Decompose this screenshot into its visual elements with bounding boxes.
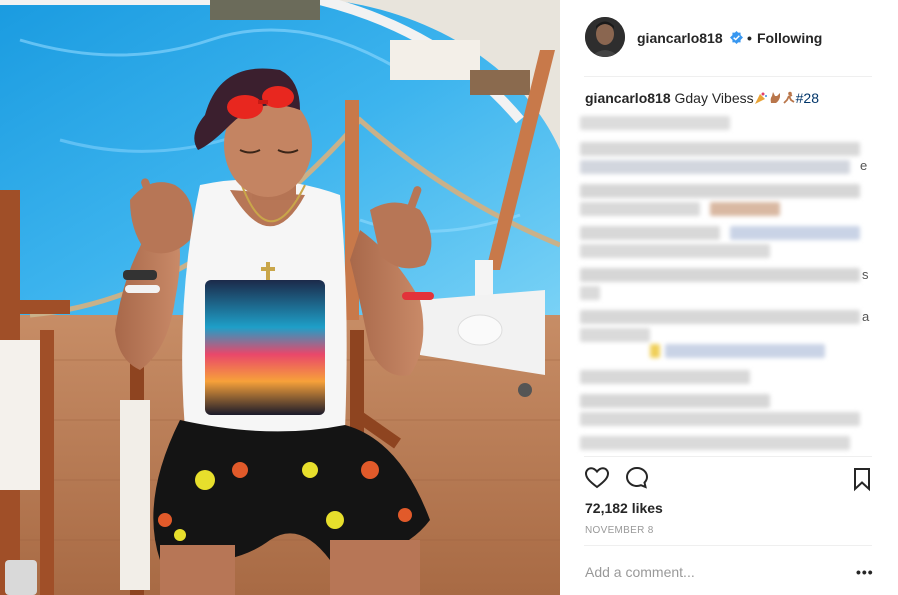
header-divider (584, 76, 872, 77)
blurred-line (580, 226, 720, 240)
shaka-hand-emoji (768, 91, 782, 108)
blurred-line (730, 226, 860, 240)
caption-text: Gday Vibess (674, 90, 754, 106)
blurred-line (580, 328, 650, 342)
blurred-fragment: a (862, 309, 870, 324)
instagram-post: giancarlo818 • Following giancarlo818 Gd… (0, 0, 898, 595)
more-options-icon[interactable]: ••• (856, 564, 874, 580)
blurred-line (580, 310, 860, 324)
blurred-line (580, 202, 700, 216)
blurred-line (580, 412, 860, 426)
blurred-line (580, 244, 770, 258)
blurred-line (580, 160, 850, 174)
blurred-line (650, 344, 660, 358)
blurred-line (580, 268, 860, 282)
comment-divider (584, 545, 872, 546)
bookmark-icon[interactable] (849, 466, 875, 492)
following-button[interactable]: Following (757, 30, 822, 46)
verified-badge-icon (730, 31, 743, 44)
blurred-fragment: s (862, 267, 869, 282)
caption-hashtag[interactable]: #28 (796, 90, 819, 106)
caption-username[interactable]: giancarlo818 (585, 90, 671, 106)
pool-scene-illustration (0, 0, 560, 595)
blurred-line (580, 370, 750, 384)
post-photo[interactable] (0, 0, 560, 595)
avatar[interactable] (585, 17, 625, 57)
header-separator-dot: • (747, 30, 752, 46)
party-popper-emoji (754, 91, 768, 108)
comments-divider (584, 456, 872, 457)
comment-bubble-icon[interactable] (624, 465, 650, 491)
blurred-line (580, 436, 850, 450)
runner-emoji (782, 91, 796, 108)
post-header: giancarlo818 • Following (560, 0, 898, 76)
blurred-line (580, 142, 860, 156)
blurred-line (580, 286, 600, 300)
post-caption: giancarlo818 Gday Vibess #28 (585, 90, 819, 108)
blurred-line (665, 344, 825, 358)
avatar-photo (585, 17, 625, 57)
post-author-username[interactable]: giancarlo818 (637, 30, 723, 46)
likes-count[interactable]: 72,182 likes (585, 500, 663, 516)
heart-icon[interactable] (584, 465, 610, 491)
blurred-fragment: e (860, 158, 868, 173)
post-details-panel: giancarlo818 • Following giancarlo818 Gd… (560, 0, 898, 595)
blurred-line (580, 394, 770, 408)
post-date[interactable]: NOVEMBER 8 (585, 525, 654, 536)
blurred-line (710, 202, 780, 216)
blurred-line (580, 184, 860, 198)
blurred-line (580, 116, 730, 130)
add-comment-input[interactable]: Add a comment... (585, 564, 695, 580)
blurred-comments: e s a (580, 112, 880, 457)
